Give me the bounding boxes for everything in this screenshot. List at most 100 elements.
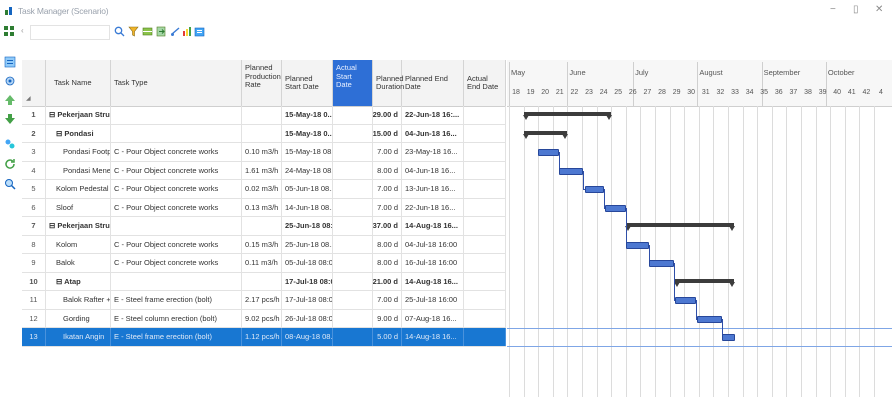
cell-astart[interactable] [333,291,373,309]
chart-icon[interactable] [182,26,193,37]
task-row[interactable]: 9 Balok C - Pour Object concrete works 0.11… [22,254,506,273]
cell-name[interactable]: Kolom Pedestal [46,180,111,198]
header-task-name[interactable]: Task Name [46,60,111,106]
cell-rate[interactable] [242,217,282,235]
cell-type[interactable]: C - Pour Object concrete works [111,161,242,179]
cell-name[interactable]: Kolom [46,235,111,253]
cell-type[interactable]: C - Pour Object concrete works [111,143,242,161]
task-row[interactable]: 6 Sloof C - Pour Object concrete works 0.13… [22,198,506,217]
cell-astart[interactable] [333,180,373,198]
task-row[interactable]: 4Pondasi MenerusC - Pour Object concrete… [22,161,506,180]
cell-rate[interactable] [242,272,282,290]
cell-pstart[interactable]: 26-Jul-18 08:00 [282,309,333,327]
close-button[interactable]: ✕ [875,4,883,15]
cell-num[interactable]: 11 [22,291,46,309]
cell-name[interactable]: ⊟ Pekerjaan Struktur B... [46,106,111,124]
cell-dur[interactable]: 29.00 d [373,106,402,124]
cell-name[interactable]: ⊟ Atap [46,272,111,290]
task-row[interactable]: 10⊟ Atap 17-Jul-18 08:00 21.00 d14-Aug-18 … [22,272,506,291]
cell-aend[interactable] [464,328,506,346]
search-icon[interactable] [114,26,125,37]
cell-aend[interactable] [464,198,506,216]
task-bar[interactable] [649,260,674,268]
task-row[interactable]: 3Pondasi FootplatC - Pour Object concret… [22,143,506,162]
cell-aend[interactable] [464,272,506,290]
task-bar[interactable] [605,204,626,212]
cell-dur[interactable]: 7.00 d [373,291,402,309]
cell-pstart[interactable]: 24-May-18 08... [282,161,333,179]
zoom-icon[interactable] [4,178,16,190]
cell-type[interactable] [111,272,242,290]
cell-aend[interactable] [464,106,506,124]
task-bar[interactable] [584,186,604,194]
cell-dur[interactable]: 15.00 d [373,124,402,142]
cell-pend[interactable]: 14-Aug-18 16... [402,217,464,235]
cell-rate[interactable] [242,106,282,124]
cell-aend[interactable] [464,217,506,235]
task-bar[interactable] [722,334,736,342]
cell-astart[interactable] [333,272,373,290]
minimize-button[interactable]: − [830,4,836,15]
cell-name[interactable]: Ikatan Angin [46,328,111,346]
cell-type[interactable]: E - Steel frame erection (bolt) [111,328,242,346]
cell-num[interactable]: 10 [22,272,46,290]
cell-aend[interactable] [464,161,506,179]
cell-astart[interactable] [333,143,373,161]
cell-dur[interactable]: 5.00 d [373,328,402,346]
cell-type[interactable]: C - Pour Object concrete works [111,198,242,216]
cell-pend[interactable]: 07-Aug-18 16... [402,309,464,327]
cell-pend[interactable]: 22-Jun-18 16... [402,198,464,216]
cell-pend[interactable]: 04-Jul-18 16:00 [402,235,464,253]
cell-aend[interactable] [464,309,506,327]
cell-pend[interactable]: 04-Jun-18 16... [402,161,464,179]
cell-num[interactable]: 13 [22,328,46,346]
cell-num[interactable]: 12 [22,309,46,327]
cell-pstart[interactable]: 15-May-18 08... [282,143,333,161]
filter-icon[interactable] [128,26,139,37]
cell-astart[interactable] [333,106,373,124]
cell-num[interactable]: 3 [22,143,46,161]
summary-bar[interactable] [522,112,612,121]
cell-num[interactable]: 2 [22,124,46,142]
cell-num[interactable]: 9 [22,254,46,272]
cell-aend[interactable] [464,235,506,253]
cell-aend[interactable] [464,143,506,161]
cell-type[interactable]: E - Steel column erection (bolt) [111,309,242,327]
filter-input[interactable] [30,25,110,40]
cell-astart[interactable] [333,124,373,142]
cell-type[interactable]: C - Pour Object concrete works [111,235,242,253]
header-actual-end[interactable]: Actual End Date [464,60,506,106]
report-icon[interactable] [194,26,205,37]
cell-name[interactable]: Gording [46,309,111,327]
cell-name[interactable]: Sloof [46,198,111,216]
restore-button[interactable]: ▯ [853,4,859,15]
cell-rate[interactable]: 0.11 m3/h [242,254,282,272]
cell-dur[interactable]: 8.00 d [373,235,402,253]
cell-pend[interactable]: 04-Jun-18 16... [402,124,464,142]
cell-aend[interactable] [464,124,506,142]
cell-type[interactable]: C - Pour Object concrete works [111,254,242,272]
cell-dur[interactable]: 7.00 d [373,180,402,198]
cell-astart[interactable] [333,309,373,327]
cell-type[interactable] [111,217,242,235]
task-row[interactable]: 11Balok Rafter + webE - Steel frame erec… [22,291,506,310]
cell-type[interactable] [111,106,242,124]
cell-pstart[interactable]: 05-Jun-18 08... [282,180,333,198]
cell-rate[interactable]: 0.02 m3/h [242,180,282,198]
cell-pend[interactable]: 14-Aug-18 16... [402,272,464,290]
header-planned-end[interactable]: Planned End Date [402,60,464,106]
task-row[interactable]: 13 Ikatan Angin E - Steel frame erection (… [22,328,506,347]
cell-name[interactable]: ⊟ Pekerjaan Struktur A... [46,217,111,235]
cell-type[interactable] [111,124,242,142]
cell-pend[interactable]: 23-May-18 16... [402,143,464,161]
cell-type[interactable]: E - Steel frame erection (bolt) [111,291,242,309]
cell-name[interactable]: Balok [46,254,111,272]
cell-name[interactable]: ⊟ Pondasi [46,124,111,142]
cell-name[interactable]: Pondasi Footplat [46,143,111,161]
cell-rate[interactable]: 9.02 pcs/h [242,309,282,327]
cell-astart[interactable] [333,161,373,179]
cell-pstart[interactable]: 15-May-18 0... [282,106,333,124]
properties-icon[interactable] [4,56,16,68]
task-row[interactable]: 12 Gording E - Steel column erection (bolt… [22,309,506,328]
cell-aend[interactable] [464,291,506,309]
